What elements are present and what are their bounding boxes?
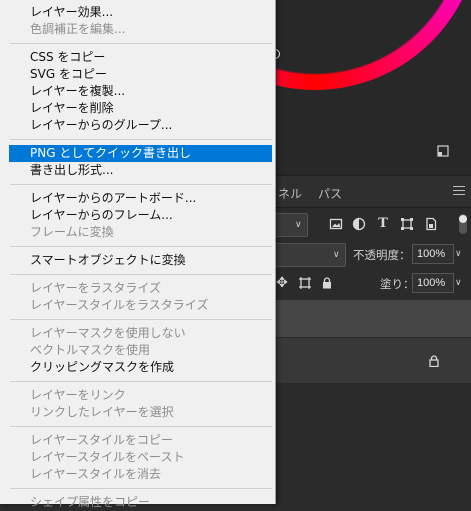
opacity-field[interactable]: 100%	[412, 244, 454, 264]
menu-item-copy-css[interactable]: CSS をコピー	[0, 49, 272, 66]
menu-item-create-clipping-mask[interactable]: クリッピングマスクを作成	[0, 359, 272, 376]
menu-item-convert-to-smart-object[interactable]: スマートオブジェクトに変換	[0, 252, 272, 269]
smart-object-filter-icon[interactable]	[424, 217, 438, 231]
layer-lock-icon	[429, 355, 439, 367]
screen-mode-icon[interactable]	[437, 145, 449, 157]
opacity-dropdown-chevron[interactable]: ∨	[455, 249, 462, 259]
menu-item-layer-effects[interactable]: レイヤー効果...	[0, 4, 272, 21]
fill-label: 塗り：	[380, 279, 415, 291]
lock-artboard-icon[interactable]	[298, 276, 312, 290]
menu-item-copy-layer-style[interactable]: レイヤースタイルをコピー	[0, 432, 272, 449]
adjustment-filter-icon[interactable]	[352, 217, 366, 231]
menu-item-copy-shape-attributes[interactable]: シェイプ属性をコピー	[0, 494, 272, 511]
menu-item-rasterize-layer-style[interactable]: レイヤースタイルをラスタライズ	[0, 297, 272, 314]
fill-dropdown-chevron[interactable]: ∨	[455, 278, 462, 288]
menu-separator	[10, 139, 272, 140]
lock-all-icon[interactable]	[322, 277, 332, 289]
menu-item-clear-layer-style[interactable]: レイヤースタイルを消去	[0, 466, 272, 483]
menu-item-artboard-from-layers[interactable]: レイヤーからのアートボード...	[0, 190, 272, 207]
menu-separator	[10, 426, 272, 427]
filter-toggle-switch[interactable]	[457, 213, 469, 235]
menu-item-rasterize-layer[interactable]: レイヤーをラスタライズ	[0, 280, 272, 297]
layer-row-background[interactable]	[272, 338, 471, 383]
tab-channels[interactable]: ネル	[278, 185, 302, 202]
menu-item-export-as[interactable]: 書き出し形式...	[0, 162, 272, 179]
menu-item-edit-adjustment[interactable]: 色調補正を編集...	[0, 21, 272, 38]
opacity-label: 不透明度：	[353, 250, 411, 262]
menu-item-frame-from-layers[interactable]: レイヤーからのフレーム...	[0, 207, 272, 224]
menu-item-delete-layer[interactable]: レイヤーを削除	[0, 100, 272, 117]
menu-separator	[10, 381, 272, 382]
menu-separator	[10, 246, 272, 247]
fill-field[interactable]: 100%	[412, 273, 454, 293]
menu-separator	[10, 43, 272, 44]
menu-item-link-layers[interactable]: レイヤーをリンク	[0, 387, 272, 404]
panel-menu-icon[interactable]	[453, 186, 465, 196]
menu-item-quick-export-png[interactable]: PNG としてクイック書き出し	[9, 145, 272, 162]
menu-item-enable-vector-mask[interactable]: ベクトルマスクを使用	[0, 342, 272, 359]
menu-item-disable-layer-mask[interactable]: レイヤーマスクを使用しない	[0, 325, 272, 342]
menu-item-convert-to-frame[interactable]: フレームに変換	[0, 224, 272, 241]
type-filter-icon[interactable]: T	[376, 217, 390, 231]
menu-item-duplicate-layer[interactable]: レイヤーを複製...	[0, 83, 272, 100]
blend-mode-dropdown[interactable]: ∨	[270, 243, 346, 267]
lock-position-icon[interactable]: ✥	[275, 276, 289, 290]
menu-item-paste-layer-style[interactable]: レイヤースタイルをペースト	[0, 449, 272, 466]
menu-item-copy-svg[interactable]: SVG をコピー	[0, 66, 272, 83]
menu-item-select-linked-layers[interactable]: リンクしたレイヤーを選択	[0, 404, 272, 421]
menu-separator	[10, 184, 272, 185]
layer-context-menu: レイヤー効果... 色調補正を編集... CSS をコピー SVG をコピー レ…	[0, 0, 276, 509]
layer-row-selected[interactable]	[272, 300, 471, 337]
tab-paths[interactable]: パス	[318, 185, 342, 202]
menu-separator	[10, 488, 272, 489]
shape-filter-icon[interactable]	[400, 217, 414, 231]
menu-item-group-from-layers[interactable]: レイヤーからのグループ...	[0, 117, 272, 134]
pixel-filter-icon[interactable]	[329, 217, 343, 231]
menu-separator	[10, 319, 272, 320]
menu-separator	[10, 274, 272, 275]
